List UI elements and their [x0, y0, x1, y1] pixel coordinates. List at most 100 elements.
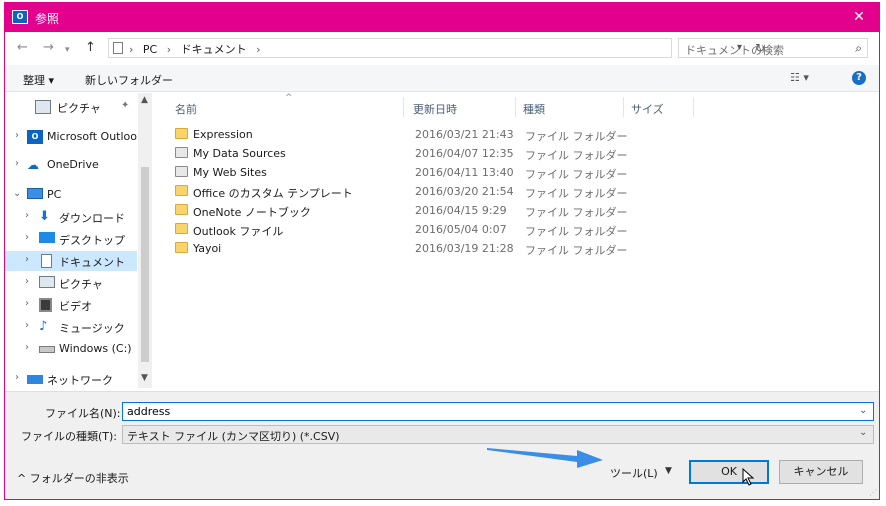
- desktop-icon: [39, 232, 55, 243]
- help-icon[interactable]: ?: [852, 71, 866, 85]
- outlook-icon: O: [12, 10, 28, 24]
- chevron-right-icon[interactable]: ›: [15, 130, 19, 141]
- organize-button[interactable]: 整理 ▾: [23, 72, 54, 88]
- chevron-right-icon[interactable]: ›: [25, 210, 29, 221]
- column-header-date[interactable]: 更新日時: [413, 101, 457, 117]
- nav-item-pictures[interactable]: › ピクチャ: [5, 273, 137, 293]
- filename-input[interactable]: [122, 402, 874, 421]
- nav-item-onedrive[interactable]: › ☁ OneDrive: [5, 155, 137, 175]
- table-row[interactable]: OneNote ノートブック 2016/04/15 9:29 ファイル フォルダ…: [169, 201, 629, 220]
- tools-dropdown-icon[interactable]: ▼: [665, 466, 672, 476]
- document-icon: [113, 42, 123, 54]
- tools-button[interactable]: ツール(L): [610, 465, 658, 481]
- view-options-icon[interactable]: ☷ ▾: [790, 71, 809, 84]
- web-sites-folder-icon: [175, 166, 188, 177]
- title-bar: O 参照 ✕: [5, 3, 879, 32]
- filename-label: ファイル名(N):: [45, 407, 121, 420]
- scroll-up-icon[interactable]: ▲: [141, 95, 148, 105]
- file-list: ^ 名前 更新日時 種類 サイズ Expression 2016/03/21 2…: [155, 93, 879, 388]
- window-title: 参照: [35, 12, 60, 26]
- column-divider[interactable]: [403, 97, 404, 117]
- network-icon: [27, 375, 43, 384]
- forward-arrow-icon[interactable]: →: [43, 41, 54, 55]
- search-box[interactable]: ドキュメントの検索 ⌕: [678, 38, 868, 58]
- table-row[interactable]: My Data Sources 2016/04/07 12:35 ファイル フォ…: [169, 144, 629, 163]
- data-source-folder-icon: [175, 147, 188, 158]
- table-row[interactable]: My Web Sites 2016/04/11 13:40 ファイル フォルダー: [169, 163, 629, 182]
- pin-icon[interactable]: ✦: [121, 100, 129, 111]
- chevron-up-icon: ^: [17, 472, 30, 485]
- nav-item-documents[interactable]: › ドキュメント: [5, 251, 137, 271]
- column-header-size[interactable]: サイズ: [631, 101, 664, 117]
- column-header-name[interactable]: 名前: [175, 101, 197, 117]
- mouse-cursor-icon: [742, 468, 755, 486]
- pc-icon: [27, 188, 43, 199]
- up-arrow-icon[interactable]: ↑: [85, 41, 96, 55]
- folder-icon: [175, 128, 188, 139]
- close-button[interactable]: ✕: [839, 3, 879, 32]
- video-icon: [39, 298, 52, 312]
- scroll-down-icon[interactable]: ▼: [141, 373, 148, 383]
- nav-item-music[interactable]: › ♪ ミュージック: [5, 317, 137, 337]
- search-icon[interactable]: ⌕: [855, 41, 862, 56]
- table-row[interactable]: Expression 2016/03/21 21:43 ファイル フォルダー: [169, 125, 629, 144]
- address-bar[interactable]: › PC › ドキュメント › ▾ ↻: [108, 38, 765, 58]
- table-row[interactable]: Outlook ファイル 2016/05/04 0:07 ファイル フォルダー: [169, 220, 629, 239]
- filename-dropdown-icon[interactable]: ⌄: [859, 405, 867, 416]
- search-placeholder: ドキュメントの検索: [685, 44, 784, 57]
- table-row[interactable]: Yayoi 2016/03/19 21:28 ファイル フォルダー: [169, 239, 629, 258]
- table-row[interactable]: Office のカスタム テンプレート 2016/03/20 21:54 ファイ…: [169, 182, 629, 201]
- download-icon: ⬇: [39, 209, 50, 224]
- nav-item-pc[interactable]: ⌄ PC: [5, 185, 137, 205]
- breadcrumb-pc[interactable]: PC: [143, 43, 157, 56]
- sort-ascending-icon: ^: [285, 93, 293, 103]
- recent-chevron-icon[interactable]: ▾: [65, 43, 70, 57]
- column-divider[interactable]: [623, 97, 624, 117]
- chevron-right-icon[interactable]: ›: [25, 320, 29, 331]
- breadcrumb-documents[interactable]: ドキュメント: [181, 43, 247, 56]
- chevron-right-icon[interactable]: ›: [25, 298, 29, 309]
- folder-icon: [175, 242, 188, 253]
- filetype-label: ファイルの種類(T):: [20, 430, 117, 443]
- column-header-type[interactable]: 種類: [523, 101, 545, 117]
- hide-folders-button[interactable]: ^ フォルダーの非表示: [17, 470, 129, 486]
- music-icon: ♪: [39, 319, 48, 334]
- onedrive-icon: ☁: [27, 158, 39, 172]
- folder-icon: [175, 204, 188, 215]
- nav-item-videos[interactable]: › ビデオ: [5, 295, 137, 315]
- nav-item-windows-drive[interactable]: › Windows (C:): [5, 339, 137, 359]
- resize-grip-icon[interactable]: ⋰: [869, 488, 877, 497]
- new-folder-button[interactable]: 新しいフォルダー: [85, 72, 173, 88]
- chevron-right-icon[interactable]: ›: [15, 372, 19, 383]
- annotation-arrow-icon: [487, 448, 603, 468]
- nav-item-outlook[interactable]: › O Microsoft Outlook: [5, 127, 143, 147]
- chevron-right-icon[interactable]: ›: [25, 342, 29, 353]
- column-divider[interactable]: [515, 97, 516, 117]
- chevron-right-icon[interactable]: ›: [25, 254, 29, 265]
- filetype-dropdown-icon[interactable]: ⌄: [859, 427, 867, 438]
- chevron-down-icon[interactable]: ⌄: [13, 188, 21, 199]
- navigation-pane: ピクチャ ✦ › O Microsoft Outlook › ☁ OneDriv…: [5, 93, 153, 388]
- cancel-button[interactable]: キャンセル: [779, 460, 863, 484]
- nav-item-desktop[interactable]: › デスクトップ: [5, 229, 137, 249]
- drive-icon: [39, 346, 55, 353]
- nav-item-pictures-quick[interactable]: ピクチャ ✦: [5, 97, 137, 117]
- back-arrow-icon[interactable]: ←: [17, 41, 28, 55]
- ok-button[interactable]: OK: [689, 460, 769, 484]
- chevron-right-icon[interactable]: ›: [15, 158, 19, 169]
- scrollbar-thumb[interactable]: [141, 167, 149, 362]
- file-dialog: O 参照 ✕ ← → ▾ ↑ › PC › ドキュメント › ▾ ↻ ドキュメン…: [4, 2, 880, 500]
- nav-item-network[interactable]: › ネットワーク: [5, 369, 137, 388]
- column-divider[interactable]: [693, 97, 694, 117]
- breadcrumb: › PC › ドキュメント ›: [129, 43, 261, 56]
- outlook-icon: O: [27, 130, 43, 144]
- address-row: ← → ▾ ↑ › PC › ドキュメント › ▾ ↻ ドキュメントの検索 ⌕: [5, 33, 879, 63]
- folder-icon: [175, 185, 188, 196]
- nav-item-downloads[interactable]: › ⬇ ダウンロード: [5, 207, 137, 227]
- chevron-right-icon[interactable]: ›: [25, 276, 29, 287]
- command-bar: 整理 ▾ 新しいフォルダー ☷ ▾ ?: [5, 65, 879, 92]
- folder-icon: [175, 223, 188, 234]
- documents-icon: [41, 254, 52, 268]
- pictures-icon: [35, 100, 51, 114]
- chevron-right-icon[interactable]: ›: [25, 232, 29, 243]
